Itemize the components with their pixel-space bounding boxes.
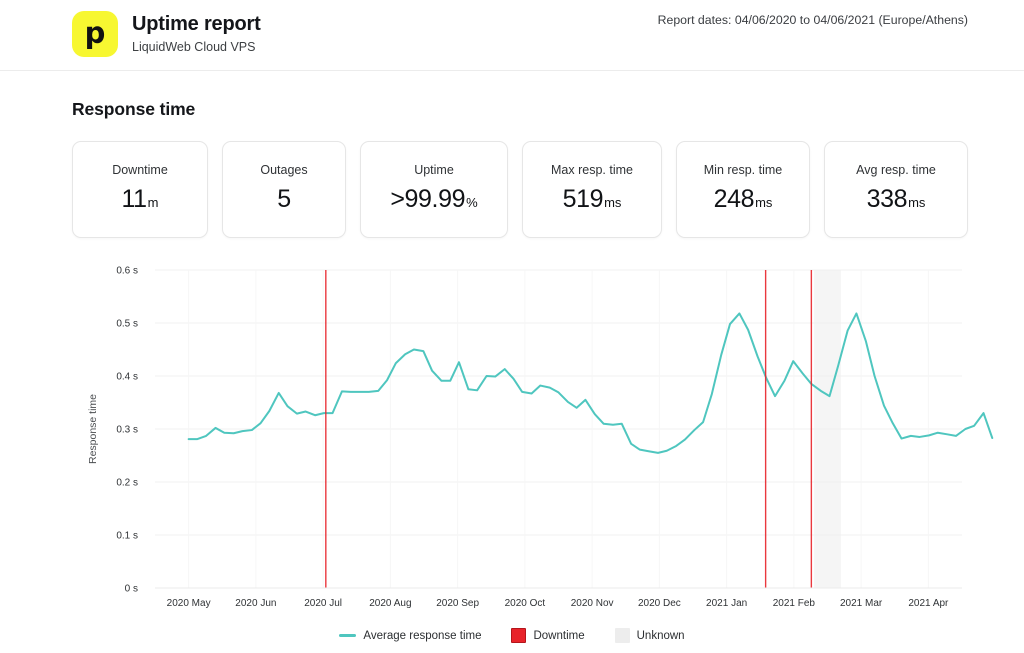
x-axis-tick-label: 2020 Oct [505, 598, 546, 609]
stat-card: Outages 5 [222, 141, 346, 238]
report-dates: Report dates: 04/06/2020 to 04/06/2021 (… [657, 13, 968, 27]
y-axis-tick-label: 0.5 s [116, 319, 138, 330]
stat-card: Uptime >99.99% [360, 141, 508, 238]
stat-card-value: 519 ms [563, 187, 622, 212]
brand-text: Uptime report LiquidWeb Cloud VPS [132, 13, 261, 56]
stat-card: Min resp. time 248 ms [676, 141, 810, 238]
stat-card-unit: ms [604, 195, 622, 210]
chart-svg: 0 s 0.1 s 0.2 s 0.3 s 0.4 s 0.5 s 0.6 s Respons… [87, 266, 994, 609]
brand: p Uptime report LiquidWeb Cloud VPS [72, 11, 261, 57]
legend-item[interactable]: Downtime [511, 628, 585, 643]
legend-label: Average response time [363, 629, 482, 642]
stat-card-label: Min resp. time [703, 163, 783, 177]
stat-card-value: 11 m [122, 187, 159, 212]
chart-legend: Average response time Downtime Unknown [0, 628, 1024, 643]
stat-card-value: >99.99% [390, 187, 477, 212]
stat-card-value: 248 ms [714, 187, 773, 212]
stat-card: Avg resp. time 338 ms [824, 141, 968, 238]
stat-card-label: Downtime [112, 163, 168, 177]
logo-p-glyph: p [84, 15, 106, 50]
stat-card-unit: ms [908, 195, 926, 210]
x-axis-tick-label: 2020 Jul [304, 598, 342, 609]
stat-card-label: Max resp. time [551, 163, 633, 177]
x-axis-tick-label: 2021 Mar [840, 598, 883, 609]
stat-card-label: Outages [260, 163, 308, 177]
stat-card-number: >99.99 [390, 185, 466, 213]
uptime-report-page: p Uptime report LiquidWeb Cloud VPS Repo… [0, 0, 1024, 653]
x-axis-tick-label: 2020 Aug [369, 598, 411, 609]
x-axis-tick-label: 2020 Sep [436, 598, 479, 609]
x-axis-tick-label: 2020 Nov [571, 598, 614, 609]
x-axis-tick-label: 2020 Dec [638, 598, 681, 609]
y-axis-tick-label: 0.4 s [116, 372, 138, 383]
response-time-line [187, 312, 994, 454]
legend-item[interactable]: Unknown [614, 628, 685, 643]
stat-card-unit: m [147, 195, 159, 210]
stat-card-number: 519 [562, 185, 604, 213]
stat-card-number: 338 [866, 185, 908, 213]
stat-cards: Downtime 11 m Outages 5 Uptime >99.99% Max resp… [72, 141, 970, 238]
page-header: p Uptime report LiquidWeb Cloud VPS Repo… [0, 0, 1024, 71]
stat-card-label: Uptime [414, 163, 454, 177]
stat-card-unit: ms [755, 195, 773, 210]
x-axis-tick-label: 2021 Apr [908, 598, 949, 609]
legend-label: Downtime [533, 629, 585, 642]
response-time-chart: 0 s 0.1 s 0.2 s 0.3 s 0.4 s 0.5 s 0.6 s Respons… [0, 248, 1024, 653]
y-axis-tick-label: 0.2 s [116, 478, 138, 489]
x-axis-tick-label: 2020 May [167, 598, 211, 609]
legend-item[interactable]: Average response time [339, 630, 481, 642]
x-axis-tick-label: 2021 Feb [773, 598, 816, 609]
legend-swatch-icon [511, 628, 527, 643]
stat-card-value: 338 ms [867, 187, 926, 212]
section-title: Response time [72, 99, 196, 119]
y-axis-tick-label: 0.6 s [116, 266, 138, 277]
legend-label: Unknown [636, 629, 685, 642]
stat-card: Max resp. time 519 ms [522, 141, 662, 238]
legend-swatch-icon [614, 628, 630, 643]
x-axis-tick-label: 2021 Jan [706, 598, 747, 609]
x-axis-tick-label: 2020 Jun [235, 598, 276, 609]
stat-card-unit: % [466, 195, 478, 210]
app-logo: p [72, 11, 118, 57]
y-axis-title: Response time [87, 394, 99, 464]
monitor-name: LiquidWeb Cloud VPS [132, 40, 256, 55]
stat-card: Downtime 11 m [72, 141, 208, 238]
y-axis-tick-label: 0 s [125, 584, 138, 595]
stat-card-number: 5 [277, 185, 291, 213]
legend-line-icon [339, 634, 357, 637]
stat-card-value: 5 [277, 187, 291, 212]
y-axis-tick-label: 0.1 s [116, 531, 138, 542]
y-axis-tick-label: 0.3 s [116, 425, 138, 436]
page-title: Uptime report [132, 12, 261, 35]
stat-card-number: 248 [713, 185, 755, 213]
stat-card-label: Avg resp. time [856, 163, 936, 177]
stat-card-number: 11 [121, 185, 148, 213]
